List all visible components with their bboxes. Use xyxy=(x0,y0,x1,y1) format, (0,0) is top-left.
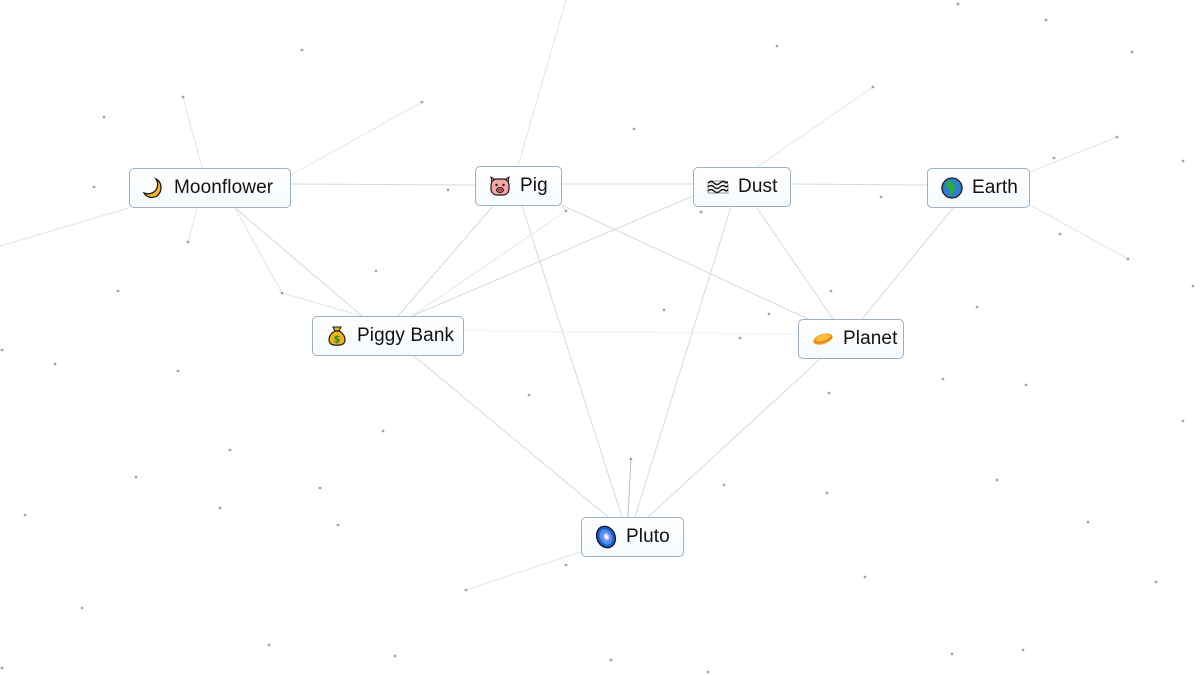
element-label: Dust xyxy=(738,176,778,197)
element-dust[interactable]: Dust xyxy=(693,167,791,207)
money-bag-icon: $ xyxy=(325,324,349,348)
element-label: Piggy Bank xyxy=(357,325,455,346)
element-pig[interactable]: Pig xyxy=(475,166,562,206)
element-piggy-bank[interactable]: $ Piggy Bank xyxy=(312,316,464,356)
element-pluto[interactable]: Pluto xyxy=(581,517,684,557)
element-label: Moonflower xyxy=(174,177,274,198)
element-label: Earth xyxy=(972,177,1018,198)
galaxy-swirl-icon xyxy=(594,525,618,549)
element-moonflower[interactable]: Moonflower xyxy=(129,168,291,208)
element-label: Planet xyxy=(843,328,898,349)
element-planet[interactable]: Planet xyxy=(798,319,904,359)
element-earth[interactable]: Earth xyxy=(927,168,1030,208)
globe-icon xyxy=(940,176,964,200)
ringed-planet-icon xyxy=(811,327,835,351)
element-label: Pluto xyxy=(626,526,670,547)
crescent-moon-icon xyxy=(142,176,166,200)
pig-face-icon xyxy=(488,174,512,198)
svg-text:$: $ xyxy=(334,335,341,346)
dash-wave-icon xyxy=(706,175,730,199)
element-label: Pig xyxy=(520,175,548,196)
element-stage: Moonflower Pig Dust Earth $ Piggy Bank P… xyxy=(0,0,1200,675)
